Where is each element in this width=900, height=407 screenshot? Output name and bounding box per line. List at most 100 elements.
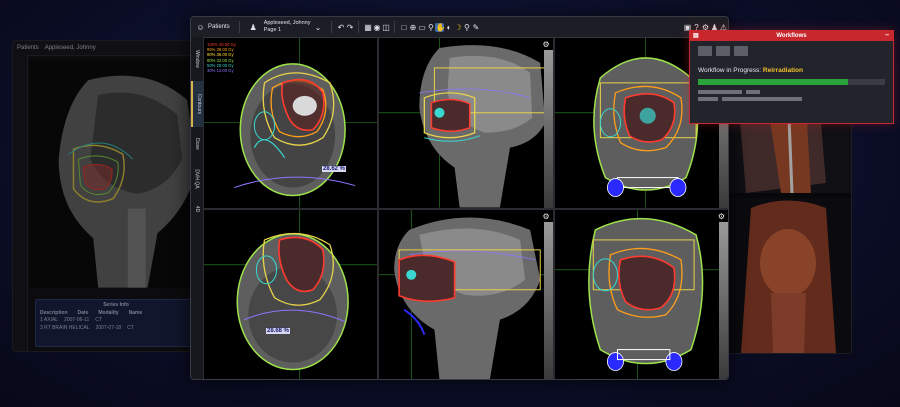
- legend-entry-90: 90% 36.00 Gy: [207, 52, 234, 58]
- placeholder-bar: [698, 97, 718, 101]
- coronal-image-2: [554, 209, 728, 379]
- patients-icon: ☺: [196, 22, 205, 32]
- workflow-action-button[interactable]: [716, 46, 730, 56]
- workflow-status: Workflow in Progress: Reirradiation: [690, 61, 893, 77]
- dose-legend: 100% 40.00 Gy 95% 38.00 Gy 90% 36.00 Gy …: [207, 42, 236, 73]
- viewport-settings-icon[interactable]: ⚙: [542, 40, 549, 49]
- hand-icon[interactable]: ✋: [435, 22, 445, 32]
- viewport-settings-icon[interactable]: ⚙: [718, 212, 725, 221]
- series-cell-description: 3 RT BRAIN HELICAL: [40, 325, 90, 331]
- left-sagittal-view: [29, 59, 197, 289]
- axial-image-2: [204, 209, 378, 379]
- placeholder-bar: [722, 97, 802, 101]
- measure-icon[interactable]: ▭: [417, 23, 426, 32]
- series-row[interactable]: 1 AXIAL 2007-06-11 CT: [36, 316, 196, 324]
- left-window-tab-strip: [13, 55, 28, 351]
- series-col-modality: Modality: [98, 310, 119, 316]
- series-row[interactable]: 3 RT BRAIN HELICAL 2007-07-18 CT: [36, 324, 196, 332]
- workflow-action-button[interactable]: [734, 46, 748, 56]
- sagittal-image-2: [379, 209, 553, 379]
- workflow-icon: ▤: [693, 33, 699, 39]
- workflows-panel: ▤ Workflows – Workflow in Progress: Reir…: [689, 30, 894, 124]
- patient-name: Appleseed, Johnny: [263, 20, 311, 26]
- contrast-icon[interactable]: ◐: [444, 23, 453, 32]
- viewport-scrollbar[interactable]: [543, 50, 553, 208]
- patients-button[interactable]: ☺ Patients: [191, 17, 235, 37]
- placeholder-bar: [746, 90, 760, 94]
- banana-icon[interactable]: ☽: [453, 23, 462, 32]
- tab-contours[interactable]: Contours: [191, 81, 205, 127]
- sagittal-view-1[interactable]: ⚙: [379, 38, 553, 208]
- sagittal-view-2[interactable]: ⚙: [379, 209, 553, 379]
- left-patient-name: Appleseed, Johnny: [44, 45, 96, 51]
- series-cell-modality: CT: [95, 317, 102, 323]
- workflow-action-button[interactable]: [698, 46, 712, 56]
- workflow-progress-fill: [698, 79, 848, 85]
- search-tool-icon[interactable]: ⚲: [462, 23, 471, 32]
- workflow-status-value: Reirradiation: [762, 67, 803, 74]
- tab-dose-label: Dose: [194, 138, 200, 150]
- layout-icon[interactable]: ▦: [363, 23, 372, 32]
- tab-dvh-qa-label: DVH QA: [194, 169, 201, 189]
- workflow-progress-bar: [698, 79, 885, 85]
- workflow-step-placeholders: [690, 87, 893, 94]
- main-app-window: ☺ Patients ♟ Appleseed, Johnny Page 1 ⌄ …: [190, 16, 729, 380]
- tab-window[interactable]: Window: [191, 39, 203, 79]
- viewport-grid: 100% 40.00 Gy 95% 38.00 Gy 90% 36.00 Gy …: [204, 38, 728, 379]
- tab-4d-label: 4D: [194, 205, 200, 213]
- toolbar-separator: [358, 21, 360, 33]
- placeholder-bar: [698, 90, 742, 94]
- series-info-title: Series Info: [103, 302, 129, 308]
- series-cell-modality: CT: [127, 325, 134, 331]
- series-cell-description: 1 AXIAL: [40, 317, 59, 323]
- camera-icon[interactable]: ◉: [372, 23, 381, 32]
- tab-dvh-qa[interactable]: DVH QA: [191, 161, 203, 197]
- left-window-toolbar: Patients Appleseed, Johnny: [13, 41, 203, 56]
- workflows-header: ▤ Workflows –: [690, 31, 893, 41]
- tab-contours-label: Contours: [196, 93, 203, 115]
- series-col-date: Date: [77, 310, 89, 316]
- patients-label: Patients: [208, 24, 230, 30]
- contour-icon[interactable]: □: [399, 23, 408, 32]
- dose-readout: 28.68 %: [266, 327, 291, 334]
- vertical-tab-strip: Window Contours Dose DVH QA 4D: [191, 37, 205, 379]
- axial-view-2[interactable]: 28.68 %: [204, 209, 378, 379]
- undo-icon[interactable]: ↶: [336, 23, 345, 32]
- minimize-icon[interactable]: –: [885, 31, 889, 41]
- axial-view-1[interactable]: 100% 40.00 Gy 95% 38.00 Gy 90% 36.00 Gy …: [204, 38, 378, 208]
- viewport-scrollbar[interactable]: [718, 221, 728, 379]
- workflow-step-placeholders: [690, 94, 893, 101]
- coronal-view-2[interactable]: ⚙: [554, 209, 728, 379]
- series-cell-date: 2007-07-18: [95, 325, 122, 331]
- legend-entry-30: 30% 12.00 Gy: [207, 68, 234, 74]
- tab-dose[interactable]: Dose: [191, 129, 203, 159]
- crosshair-icon[interactable]: ⊕: [408, 23, 417, 32]
- viewport-settings-icon[interactable]: ⚙: [542, 212, 549, 221]
- workflow-status-prefix: Workflow in Progress:: [698, 67, 762, 74]
- viewport-scrollbar[interactable]: [543, 221, 553, 379]
- main-toolbar: ☺ Patients ♟ Appleseed, Johnny Page 1 ⌄ …: [191, 17, 728, 38]
- patient-selector[interactable]: ♟ Appleseed, Johnny Page 1 ⌄: [244, 17, 328, 37]
- series-col-name: Name: [128, 310, 143, 316]
- series-col-description: Description: [40, 310, 68, 316]
- chevron-down-icon: ⌄: [314, 22, 322, 32]
- series-info-panel: Series Info Description Date Modality Na…: [35, 299, 197, 347]
- zoom-icon[interactable]: ⚲: [426, 23, 435, 32]
- redo-icon[interactable]: ↷: [345, 23, 354, 32]
- sagittal-image-1: [379, 38, 553, 208]
- compare-icon[interactable]: ◫: [381, 23, 390, 32]
- background-left-window: Patients Appleseed, Johnny Series Info D…: [12, 40, 204, 352]
- toolbar-separator: [394, 21, 396, 33]
- person-icon: ♟: [249, 22, 257, 32]
- left-sagittal-image: [29, 60, 197, 288]
- tab-window-label: Window: [194, 50, 201, 68]
- workflows-title: Workflows: [776, 33, 807, 39]
- tab-4d[interactable]: 4D: [191, 199, 203, 219]
- annotation-icon[interactable]: ✎: [471, 23, 480, 32]
- workflow-action-buttons: [690, 41, 893, 61]
- dose-readout: 28.62 %: [322, 166, 347, 172]
- toolbar-separator: [238, 21, 240, 33]
- patient-page: Page 1: [263, 27, 282, 33]
- left-patients-button[interactable]: Patients: [17, 45, 39, 51]
- series-cell-date: 2007-06-11: [64, 317, 90, 323]
